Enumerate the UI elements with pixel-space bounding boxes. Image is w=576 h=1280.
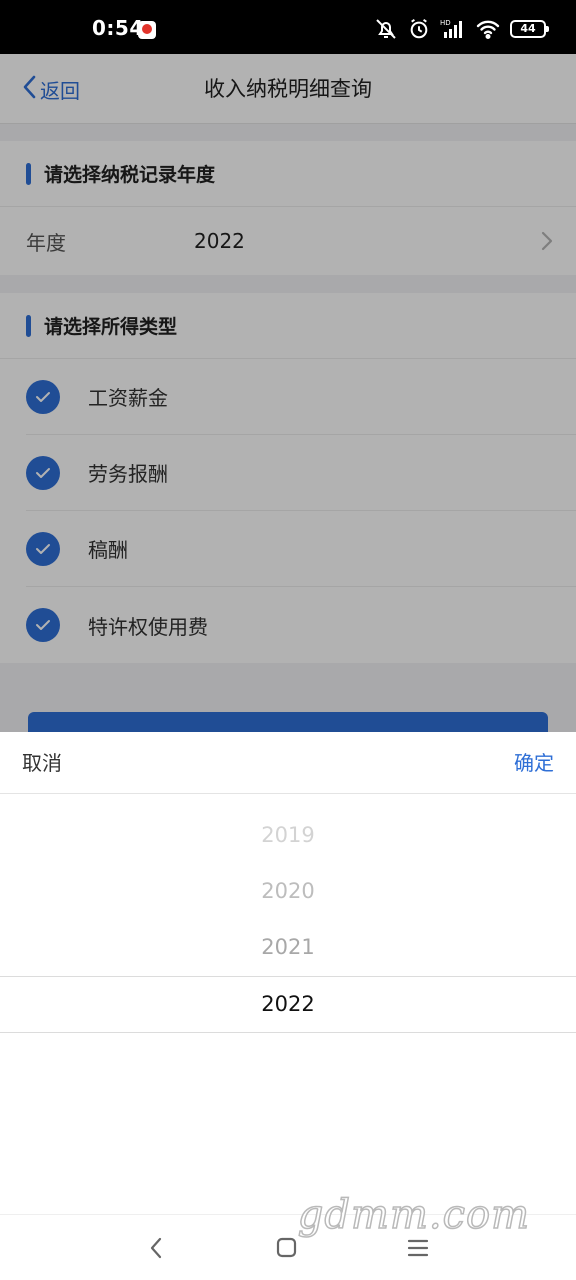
alarm-icon xyxy=(408,18,430,40)
picker-option[interactable]: 2019 xyxy=(0,807,576,863)
watermark-text: gdmm.com xyxy=(297,1191,530,1239)
mute-icon xyxy=(374,17,398,41)
nav-menu-icon[interactable] xyxy=(406,1235,430,1265)
status-icons: HD 44 xyxy=(374,16,549,42)
status-time: 0:54 xyxy=(92,16,144,40)
wifi-icon xyxy=(476,19,500,39)
svg-text:HD: HD xyxy=(440,19,451,27)
battery-icon: 44 xyxy=(510,20,549,38)
status-bar: 0:54 HD 44 xyxy=(0,0,576,54)
notification-icon xyxy=(138,21,156,39)
selection-line-bottom xyxy=(0,1032,576,1033)
nav-home-icon[interactable] xyxy=(276,1235,298,1265)
picker-option[interactable]: 2021 xyxy=(0,919,576,975)
confirm-button[interactable]: 确定 xyxy=(514,732,554,794)
cancel-button[interactable]: 取消 xyxy=(22,732,62,794)
nav-back-icon[interactable] xyxy=(146,1235,166,1265)
picker-option[interactable]: 2020 xyxy=(0,863,576,919)
year-wheel[interactable]: 2019 2020 2021 2022 xyxy=(0,794,576,1214)
hd-signal-icon: HD xyxy=(440,18,466,40)
picker-toolbar: 取消 确定 xyxy=(0,732,576,794)
picker-option-selected[interactable]: 2022 xyxy=(0,976,576,1032)
